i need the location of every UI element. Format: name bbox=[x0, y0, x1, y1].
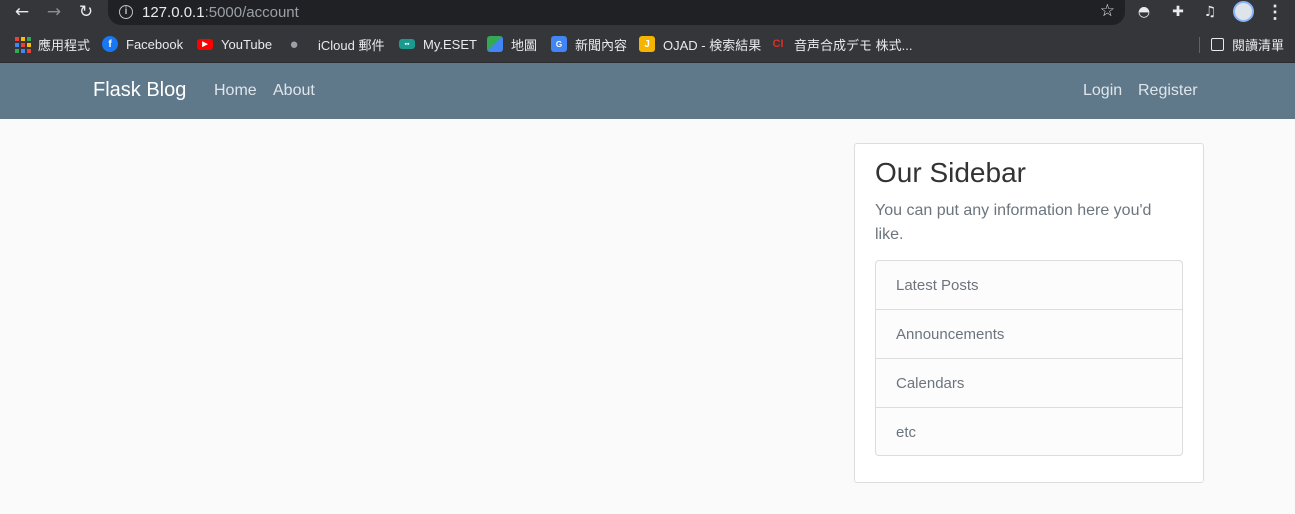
bookmark-youtube[interactable]: ▶ YouTube bbox=[197, 35, 272, 53]
navbar-brand[interactable]: Flask Blog bbox=[93, 79, 186, 102]
site-navbar: Flask Blog Home About Login Register bbox=[0, 63, 1295, 119]
bookmark-tts-demo[interactable]: CI 音声合成デモ 株式... bbox=[770, 35, 913, 53]
nav-home-link[interactable]: Home bbox=[214, 82, 257, 100]
news-icon: G bbox=[551, 36, 567, 52]
bookmark-ojad[interactable]: J OJAD - 検索結果 bbox=[639, 35, 761, 53]
media-control-icon[interactable]: ♫ bbox=[1200, 2, 1220, 22]
browser-toolbar: ← → ↻ i 127.0.0.1:5000/account ☆ ◓ ✚ ♫ ⋮ bbox=[0, 0, 1295, 25]
nav-register-link[interactable]: Register bbox=[1138, 82, 1198, 100]
nav-login-link[interactable]: Login bbox=[1083, 82, 1122, 100]
bookmark-news[interactable]: G 新聞內容 bbox=[551, 35, 627, 53]
site-info-icon[interactable]: i bbox=[119, 5, 133, 19]
bookmark-label: Facebook bbox=[126, 36, 184, 52]
reload-icon[interactable]: ↻ bbox=[74, 0, 98, 25]
cm-icon: CI bbox=[772, 38, 784, 50]
maps-icon bbox=[487, 36, 503, 52]
extension-mask-icon[interactable]: ◓ bbox=[1134, 2, 1154, 22]
profile-avatar[interactable] bbox=[1233, 1, 1254, 22]
facebook-icon: f bbox=[102, 36, 118, 52]
nav-about-link[interactable]: About bbox=[273, 82, 315, 100]
bookmark-maps[interactable]: 地圖 bbox=[487, 35, 537, 53]
bookmark-label: OJAD - 検索結果 bbox=[663, 37, 762, 53]
bookmark-label: 應用程式 bbox=[38, 37, 91, 53]
apple-icon: ● bbox=[289, 35, 299, 53]
eset-icon: ▪▪ bbox=[399, 39, 415, 49]
sidebar-item-etc[interactable]: etc bbox=[876, 408, 1182, 455]
bookmark-facebook[interactable]: f Facebook bbox=[102, 35, 183, 53]
sidebar-card: Our Sidebar You can put any information … bbox=[854, 143, 1204, 483]
sidebar-title: Our Sidebar bbox=[875, 157, 1026, 188]
ojad-icon: J bbox=[639, 36, 655, 52]
bookmark-label: 音声合成デモ 株式... bbox=[794, 37, 913, 53]
bookmark-icloud[interactable]: ● iCloud 郵件 bbox=[286, 35, 384, 53]
bookmarks-bar: 應用程式 f Facebook ▶ YouTube ● iCloud 郵件 ▪▪… bbox=[0, 25, 1295, 63]
reading-list-label: 閱讀清單 bbox=[1232, 37, 1285, 53]
sidebar-list: Latest Posts Announcements Calendars etc bbox=[875, 260, 1183, 456]
sidebar-description: You can put any information here you'd l… bbox=[875, 202, 1152, 243]
forward-arrow-icon[interactable]: → bbox=[42, 0, 66, 25]
reading-list-icon bbox=[1211, 37, 1224, 51]
url-path: :5000/account bbox=[204, 4, 299, 21]
bookmark-myeset[interactable]: ▪▪ My.ESET bbox=[399, 35, 477, 53]
bookmark-label: 新聞內容 bbox=[575, 37, 628, 53]
back-arrow-icon[interactable]: ← bbox=[10, 0, 34, 25]
url-host: 127.0.0.1 bbox=[142, 4, 205, 21]
bookmark-label: My.ESET bbox=[423, 36, 477, 52]
address-bar[interactable]: i 127.0.0.1:5000/account ☆ bbox=[108, 0, 1125, 25]
sidebar-item-latest-posts[interactable]: Latest Posts bbox=[876, 261, 1182, 310]
reading-list[interactable]: 閱讀清單 bbox=[1211, 35, 1284, 53]
sidebar-item-calendars[interactable]: Calendars bbox=[876, 359, 1182, 408]
url-text[interactable]: 127.0.0.1:5000/account bbox=[142, 4, 299, 21]
bookmark-label: YouTube bbox=[221, 36, 273, 52]
browser-menu-icon[interactable]: ⋮ bbox=[1266, 0, 1284, 25]
extensions-puzzle-icon[interactable]: ✚ bbox=[1168, 2, 1188, 22]
sidebar-item-announcements[interactable]: Announcements bbox=[876, 310, 1182, 359]
bookmark-label: 地圖 bbox=[511, 37, 538, 53]
youtube-icon: ▶ bbox=[197, 38, 213, 50]
bookmark-apps[interactable]: 應用程式 bbox=[14, 35, 90, 53]
bookmark-star-icon[interactable]: ☆ bbox=[1100, 1, 1115, 21]
bookmarks-divider bbox=[1199, 37, 1200, 53]
apps-grid-icon bbox=[14, 36, 31, 53]
bookmark-label: iCloud 郵件 bbox=[318, 37, 385, 53]
